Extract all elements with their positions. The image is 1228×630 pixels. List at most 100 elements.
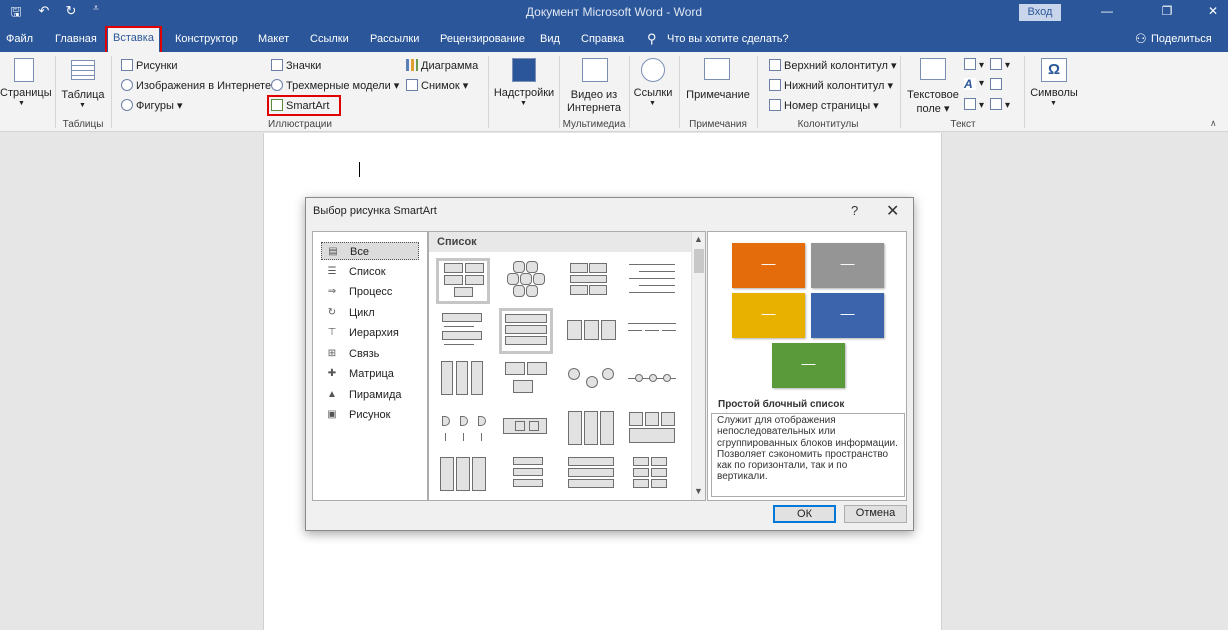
page-number-label: Номер страницы (784, 100, 871, 112)
header-icon (769, 59, 781, 71)
gallery-scrollbar[interactable]: ▲ ▼ (691, 232, 705, 500)
layout-vertical-bullet-list[interactable] (436, 308, 490, 354)
layout-trapezoid-list[interactable] (625, 308, 679, 354)
lightbulb-icon: ⚲ (647, 31, 657, 46)
page-number-button[interactable]: Номер страницы ▾ (769, 99, 879, 112)
layout-circle-line[interactable] (625, 358, 679, 404)
layout-labeled-rows[interactable] (499, 454, 553, 500)
layout-tab-list[interactable] (625, 454, 679, 500)
category-picture[interactable]: ▣ Рисунок (321, 406, 419, 424)
category-relationship[interactable]: ⊞ Связь (321, 345, 419, 363)
online-pictures-button[interactable]: Изображения в Интернете (121, 79, 271, 92)
date-time-icon (990, 78, 1002, 90)
layout-grouped-list[interactable] (564, 408, 618, 454)
layout-alternating-blocks[interactable] (564, 258, 618, 304)
screenshot-button[interactable]: Снимок ▾ (406, 79, 468, 92)
shapes-icon (121, 99, 133, 111)
chart-label: Диаграмма (421, 60, 479, 72)
share-button[interactable]: Поделиться (1151, 33, 1212, 45)
layout-basic-block-list[interactable] (436, 258, 490, 304)
dropcap-button[interactable]: ▾ (964, 98, 984, 111)
collapse-ribbon-icon[interactable]: ∧ (1210, 118, 1217, 129)
illustrations-group-label: Иллюстрации (268, 119, 332, 130)
category-hierarchy[interactable]: ⊤ Иерархия (321, 324, 419, 342)
cancel-button[interactable]: Отмена (844, 505, 907, 523)
layout-picture-caption-list[interactable] (499, 358, 553, 404)
chart-button[interactable]: Диаграмма (406, 59, 478, 72)
comment-button[interactable]: Примечание (683, 89, 753, 101)
footer-button[interactable]: Нижний колонтитул ▾ (769, 79, 893, 92)
layout-table-list[interactable] (625, 408, 679, 454)
category-list: ▤ Все ☰ Список ⇒ Процесс ↻ Цикл ⊤ Иерархия ⊞ С… (312, 231, 428, 501)
category-all[interactable]: ▤ Все (321, 242, 419, 260)
tab-home[interactable]: Главная (55, 33, 97, 45)
object-button[interactable]: ▾ (990, 98, 1010, 111)
tab-view[interactable]: Вид (540, 33, 560, 45)
tab-review[interactable]: Рецензирование (440, 33, 525, 45)
signature-line-button[interactable]: ▾ (990, 58, 1010, 71)
minimize-icon[interactable]: — (1097, 4, 1117, 18)
help-icon[interactable]: ? (851, 203, 858, 218)
tab-file[interactable]: Файл (6, 33, 33, 45)
online-video-button[interactable]: Видео из (563, 89, 625, 101)
ribbon-tabs: Файл Главная Вставка Конструктор Макет С… (0, 25, 1228, 52)
icons-button[interactable]: Значки (271, 59, 321, 72)
category-list-item[interactable]: ☰ Список (321, 263, 419, 281)
table-button[interactable]: Таблица (60, 89, 106, 101)
addins-button[interactable]: Надстройки (493, 87, 555, 99)
header-label: Верхний колонтитул (784, 60, 888, 72)
category-pyramid[interactable]: ▲ Пирамида (321, 386, 419, 404)
tab-references[interactable]: Ссылки (310, 33, 349, 45)
date-time-button[interactable] (990, 78, 1005, 91)
category-process-label: Процесс (349, 286, 393, 298)
icons-label: Значки (286, 60, 322, 72)
layout-vertical-columns[interactable] (436, 358, 490, 404)
layout-pin-list[interactable] (436, 408, 490, 454)
symbols-button[interactable]: Символы (1028, 87, 1080, 99)
links-button[interactable]: Ссылки (631, 87, 675, 99)
wordart-button[interactable]: A ▾ (964, 78, 984, 90)
category-cycle[interactable]: ↻ Цикл (321, 304, 419, 322)
textbox-button[interactable]: Текстовое (905, 89, 961, 101)
quick-parts-button[interactable]: ▾ (964, 58, 984, 71)
tab-mailings[interactable]: Рассылки (370, 33, 419, 45)
scroll-up-icon[interactable]: ▲ (694, 234, 703, 244)
category-matrix-label: Матрица (349, 368, 394, 380)
scroll-thumb[interactable] (694, 249, 704, 273)
restore-icon[interactable]: ❐ (1157, 4, 1177, 18)
pictures-label: Рисунки (136, 60, 178, 72)
ok-button[interactable]: ОК (773, 505, 836, 523)
layout-stacked-list[interactable] (499, 308, 553, 354)
scroll-down-icon[interactable]: ▼ (694, 486, 703, 496)
layout-horizontal-bullet-list[interactable] (564, 308, 618, 354)
header-footer-group-label: Колонтитулы (797, 119, 859, 130)
layout-segmented-rows[interactable] (564, 454, 618, 500)
textbox-label-2-text: поле (916, 103, 941, 115)
category-matrix[interactable]: ✚ Матрица (321, 365, 419, 383)
layout-circle-blocks[interactable] (564, 358, 618, 404)
category-process[interactable]: ⇒ Процесс (321, 283, 419, 301)
shapes-label: Фигуры (136, 100, 174, 112)
smartart-dialog: Выбор рисунка SmartArt ? ✕ ▤ Все ☰ Список … (305, 197, 914, 531)
header-button[interactable]: Верхний колонтитул ▾ (769, 59, 897, 72)
dialog-close-icon[interactable]: ✕ (886, 201, 899, 221)
page-number-icon (769, 99, 781, 111)
tell-me-search[interactable]: Что вы хотите сделать? (667, 33, 789, 45)
preview-block-4: — (811, 293, 884, 338)
shapes-button[interactable]: Фигуры ▾ (121, 99, 183, 112)
tab-layout[interactable]: Макет (258, 33, 289, 45)
tab-design[interactable]: Конструктор (175, 33, 238, 45)
layout-arrow-blocks[interactable] (499, 408, 553, 454)
close-window-icon[interactable]: ✕ (1203, 4, 1223, 18)
3d-models-button[interactable]: Трехмерные модели ▾ (271, 79, 399, 92)
tab-help[interactable]: Справка (581, 33, 624, 45)
layout-lined-list[interactable] (625, 258, 679, 304)
pictures-button[interactable]: Рисунки (121, 59, 178, 72)
layout-picture-columns[interactable] (436, 454, 490, 500)
login-button[interactable]: Вход (1019, 4, 1061, 21)
dialog-title: Выбор рисунка SmartArt (313, 205, 437, 217)
pages-button[interactable]: Страницы (0, 87, 52, 99)
pages-dropdown-icon: ▼ (18, 100, 25, 107)
addins-icon (512, 58, 536, 82)
layout-hexagon-cluster[interactable] (499, 258, 553, 304)
